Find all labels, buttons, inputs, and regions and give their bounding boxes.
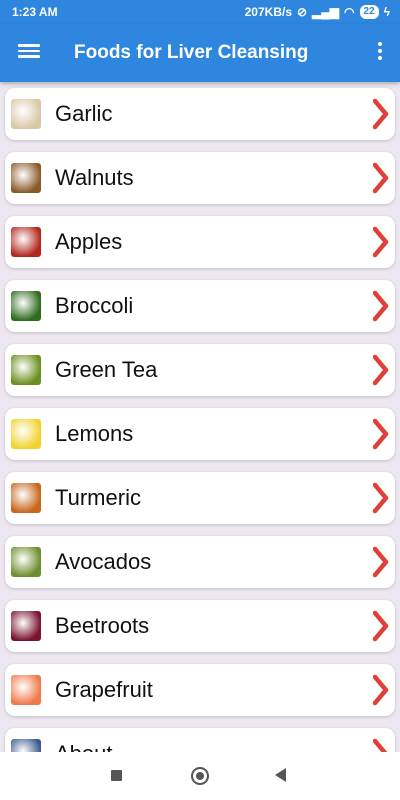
apples-icon — [11, 227, 41, 257]
list-item-walnuts[interactable]: Walnuts — [5, 152, 395, 204]
recents-button[interactable] — [111, 770, 122, 781]
list-item-label: Walnuts — [55, 165, 134, 190]
list-item-lemons[interactable]: Lemons — [5, 408, 395, 460]
chevron-right-icon — [372, 418, 389, 450]
list-item-label: Turmeric — [55, 485, 141, 510]
list-item-beetroots[interactable]: Beetroots — [5, 600, 395, 652]
app-bar: Foods for Liver Cleansing — [0, 24, 400, 82]
chevron-right-icon — [372, 546, 389, 578]
chevron-right-icon — [372, 674, 389, 706]
list-item-label: Garlic — [55, 101, 113, 126]
hamburger-icon[interactable] — [18, 41, 40, 63]
list-item-label: Grapefruit — [55, 677, 153, 702]
list-item-label: Green Tea — [55, 357, 158, 382]
avocados-icon — [11, 547, 41, 577]
walnuts-icon — [11, 163, 41, 193]
mute-icon: ⊘ — [297, 5, 308, 19]
list-item-green-tea[interactable]: Green Tea — [5, 344, 395, 396]
list-item-label: Beetroots — [55, 613, 150, 638]
network-speed: 207KB/s — [244, 5, 292, 19]
chevron-right-icon — [372, 354, 389, 386]
lemons-icon — [11, 419, 41, 449]
chevron-right-icon — [372, 482, 389, 514]
status-icons: 207KB/s ⊘ ▂▄▆ ◠ 22 ϟ — [245, 5, 390, 19]
chevron-right-icon — [372, 738, 388, 752]
more-vert-icon[interactable] — [374, 40, 386, 64]
list-item-label: Apples — [55, 229, 123, 254]
about-icon — [11, 739, 41, 752]
list-item-apples[interactable]: Apples — [5, 216, 395, 268]
chevron-right-icon — [372, 226, 389, 258]
chevron-right-icon — [372, 98, 389, 130]
list-item-garlic[interactable]: Garlic — [5, 88, 395, 140]
battery-icon: 22 — [359, 5, 379, 19]
green-tea-icon — [11, 355, 41, 385]
list-item-label: Avocados — [55, 549, 152, 574]
beetroots-icon — [11, 611, 41, 641]
list-item-turmeric[interactable]: Turmeric — [5, 472, 395, 524]
chevron-right-icon — [372, 610, 389, 642]
grapefruit-icon — [11, 675, 41, 705]
list-item-avocados[interactable]: Avocados — [5, 536, 395, 588]
charging-icon: ϟ — [383, 5, 390, 19]
chevron-right-icon — [372, 162, 389, 194]
page-title: Foods for Liver Cleansing — [74, 42, 309, 63]
system-nav-bar — [0, 752, 400, 800]
list-item-label: Lemons — [55, 421, 134, 446]
broccoli-icon — [11, 291, 41, 321]
turmeric-icon — [11, 483, 41, 513]
food-list: Garlic Walnuts Apples Broccoli Green Tea Lemo… — [0, 86, 400, 752]
garlic-icon — [11, 99, 41, 129]
signal-icon: ▂▄▆ — [312, 5, 340, 19]
wifi-icon: ◠ — [344, 5, 355, 19]
list-item-broccoli[interactable]: Broccoli — [5, 280, 395, 332]
back-button[interactable] — [275, 768, 286, 782]
list-item-label: About — [55, 741, 113, 752]
list-item-grapefruit[interactable]: Grapefruit — [5, 664, 395, 716]
list-item-label: Broccoli — [55, 293, 134, 318]
status-time: 1:23 AM — [12, 5, 58, 19]
status-bar: 1:23 AM 207KB/s ⊘ ▂▄▆ ◠ 22 ϟ — [0, 0, 400, 24]
list-item-about[interactable]: About — [5, 728, 395, 752]
chevron-right-icon — [372, 290, 389, 322]
home-button[interactable] — [191, 767, 209, 785]
